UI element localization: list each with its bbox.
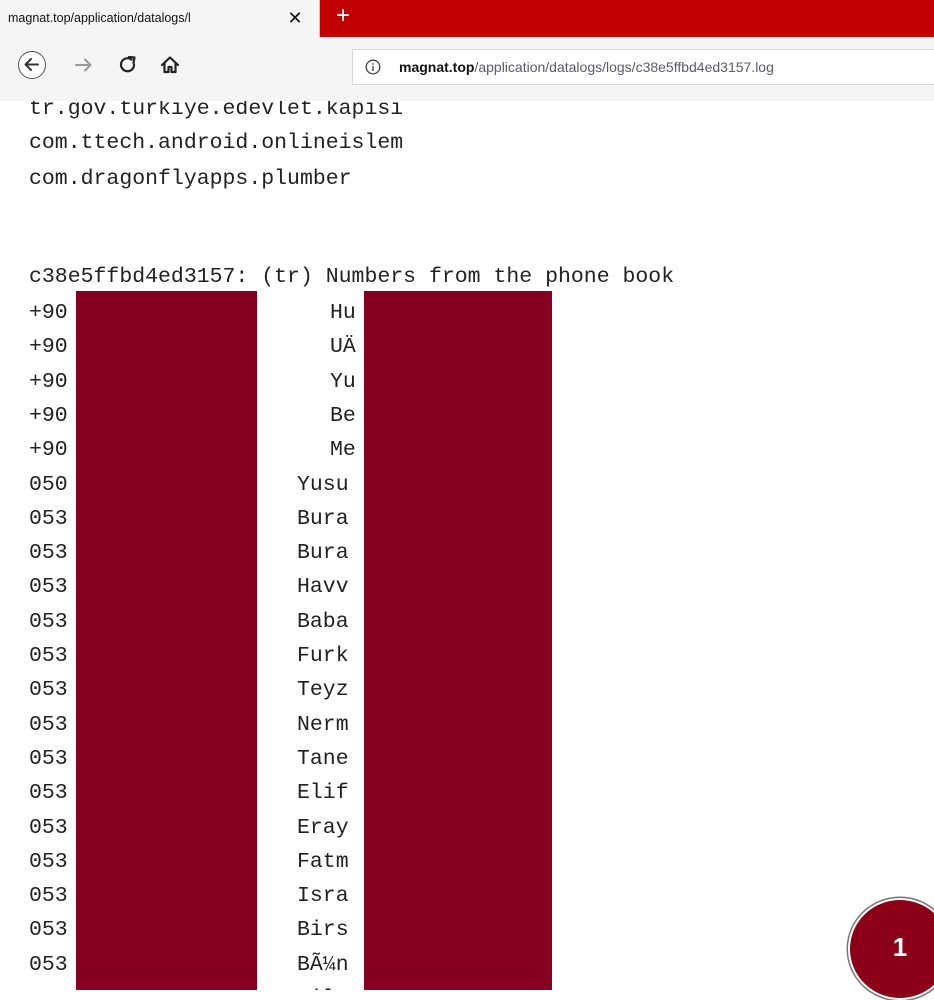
info-icon[interactable] xyxy=(365,59,381,75)
entry-number: 053 xyxy=(29,644,68,668)
entry-name: Me xyxy=(330,438,356,462)
entry-name: Bura xyxy=(297,507,349,531)
entry-number: 053 xyxy=(29,713,68,737)
entry-name: Yu xyxy=(330,370,356,394)
entry-name: Fatm xyxy=(297,850,349,874)
forward-button[interactable] xyxy=(72,51,96,79)
entry-number: 053 xyxy=(29,850,68,874)
entry-name: Bura xyxy=(297,541,349,565)
entry-name: Tane xyxy=(297,747,349,771)
entry-name: Yusu xyxy=(297,473,349,497)
entry-number: 053 xyxy=(29,884,68,908)
entry-number: 053 xyxy=(29,816,68,840)
tab-title: magnat.top/application/datalogs/l xyxy=(8,11,191,25)
entry-number: 053 xyxy=(29,541,68,565)
entry-name: Isra xyxy=(297,884,349,908)
entry-name: Teyz xyxy=(297,678,349,702)
entry-name: Nerm xyxy=(297,713,349,737)
entry-name: Be xyxy=(330,404,356,428)
url-text: magnat.top/application/datalogs/logs/c38… xyxy=(399,59,774,75)
log-content: tr.gov.turkiye.edevlet.kapisi com.ttech.… xyxy=(0,101,934,990)
entry-name: Furk xyxy=(297,644,349,668)
entry-number: 053 xyxy=(29,918,68,942)
entry-number: +90 xyxy=(29,335,68,359)
entry-number: 053 xyxy=(29,953,68,977)
reload-button[interactable] xyxy=(116,51,140,79)
entry-name: Birs xyxy=(297,918,349,942)
entry-name: Havv xyxy=(297,575,349,599)
redaction-block-numbers xyxy=(76,291,257,990)
entry-number: 053 xyxy=(29,610,68,634)
reload-icon xyxy=(119,55,136,73)
package-line: com.dragonflyapps.plumber xyxy=(29,167,352,191)
redaction-block-names xyxy=(364,291,552,990)
section-header: c38e5ffbd4ed3157: (tr) Numbers from the … xyxy=(29,265,675,289)
entry-number: 050 xyxy=(29,473,68,497)
package-line: tr.gov.turkiye.edevlet.kapisi xyxy=(29,101,404,121)
home-icon xyxy=(160,56,180,74)
address-bar[interactable]: magnat.top/application/datalogs/logs/c38… xyxy=(352,49,934,85)
url-path: /application/datalogs/logs/c38e5ffbd4ed3… xyxy=(474,59,774,75)
entry-number: +90 xyxy=(29,301,68,325)
entry-number: 053 xyxy=(29,678,68,702)
entry-number: +90 xyxy=(29,370,68,394)
url-host: magnat.top xyxy=(399,59,475,75)
entry-number: 053 xyxy=(29,575,68,599)
entry-number: +90 xyxy=(29,404,68,428)
entry-number: 053 xyxy=(29,747,68,771)
entry-name: Hu xyxy=(330,301,356,325)
entry-name: UÄ xyxy=(330,335,356,359)
home-button[interactable] xyxy=(158,51,182,79)
tab-close-icon[interactable]: ✕ xyxy=(284,7,306,29)
entry-name: Elif xyxy=(297,781,349,805)
annotation-badge-label: 1 xyxy=(892,932,908,962)
back-arrow-icon xyxy=(24,58,39,71)
entry-name: Baba xyxy=(297,610,349,634)
new-tab-button[interactable]: + xyxy=(330,3,356,31)
entry-name: Eray xyxy=(297,816,349,840)
tab-active[interactable]: magnat.top/application/datalogs/l ✕ xyxy=(0,0,320,37)
entry-number: +90 xyxy=(29,438,68,462)
forward-arrow-icon xyxy=(75,58,92,72)
tab-strip: magnat.top/application/datalogs/l ✕ + xyxy=(0,0,934,37)
navigation-bar: magnat.top/application/datalogs/logs/c38… xyxy=(0,37,934,102)
entry-name: BÃ¼n xyxy=(297,953,349,977)
entry-number: 053 xyxy=(29,507,68,531)
back-button[interactable] xyxy=(18,51,46,79)
package-line: com.ttech.android.onlineislem xyxy=(29,131,404,155)
entry-number: 053 xyxy=(29,781,68,805)
